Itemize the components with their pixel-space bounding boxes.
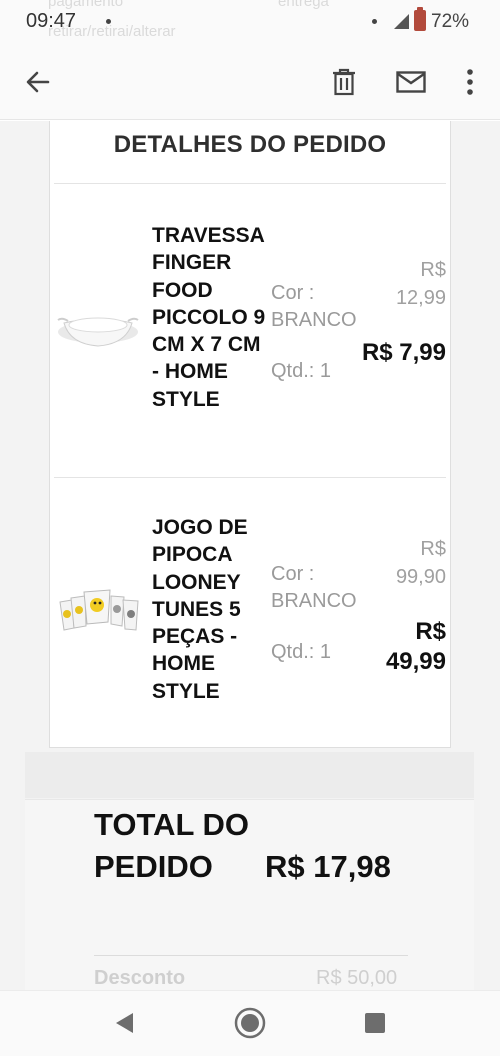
square-recents-icon xyxy=(365,1013,385,1033)
color-label: Cor : xyxy=(271,563,315,585)
delete-button[interactable] xyxy=(326,64,362,100)
discount-value: R$ 50,00 xyxy=(316,967,398,989)
status-time: 09:47 xyxy=(26,10,77,32)
color-value: BRANCO xyxy=(271,309,357,331)
back-button[interactable] xyxy=(20,64,56,100)
battery-icon xyxy=(414,7,426,31)
app-bar xyxy=(0,44,500,120)
section-spacer xyxy=(25,752,474,798)
item-name: JOGO DE PIPOCA LOONEY TUNES 5 PEÇAS - HO… xyxy=(152,516,248,703)
nav-recents-button[interactable] xyxy=(359,1007,391,1039)
order-item: JOGO DE PIPOCA LOONEY TUNES 5 PEÇAS - HO… xyxy=(50,478,450,746)
original-price: R$ 99,90 xyxy=(395,538,446,588)
sale-price: R$ 49,99 xyxy=(385,618,446,675)
popcorn-set-image xyxy=(59,589,139,631)
mail-button[interactable] xyxy=(393,64,429,100)
triangle-back-icon xyxy=(116,1013,133,1033)
notification-dot-icon xyxy=(106,19,111,24)
background-text: entrega xyxy=(278,0,329,10)
circle-home-icon xyxy=(234,1007,266,1039)
order-summary: TOTAL DO PEDIDO R$ 17,98 Desconto R$ 50,… xyxy=(25,799,474,990)
nav-back-button[interactable] xyxy=(108,1007,140,1039)
order-details-card: DETALHES DO PEDIDO TRAVESSA FINGER FOOD … xyxy=(49,121,451,748)
discount-label: Desconto xyxy=(94,967,186,989)
order-item: TRAVESSA FINGER FOOD PICCOLO 9 CM X 7 CM… xyxy=(50,184,450,477)
more-options-button[interactable] xyxy=(452,64,488,100)
email-content[interactable]: DETALHES DO PEDIDO TRAVESSA FINGER FOOD … xyxy=(0,121,500,990)
signal-icon xyxy=(394,14,409,29)
arrow-left-icon xyxy=(26,71,50,93)
notification-dot-icon xyxy=(372,19,377,24)
mail-icon xyxy=(396,71,426,93)
more-vertical-icon xyxy=(467,69,473,95)
trash-icon xyxy=(333,68,355,96)
nav-home-button[interactable] xyxy=(234,1007,266,1039)
total-label: TOTAL DO PEDIDO xyxy=(94,807,249,884)
battery-percent: 72% xyxy=(431,11,470,32)
status-bar: pagamento retirar/retirai/alterar produt… xyxy=(0,0,500,62)
color-value: BRANCO xyxy=(271,590,357,612)
quantity: Qtd.: 1 xyxy=(271,360,332,382)
item-name: TRAVESSA FINGER FOOD PICCOLO 9 CM X 7 CM… xyxy=(152,224,266,411)
order-details-title: DETALHES DO PEDIDO xyxy=(113,131,387,158)
divider xyxy=(94,955,408,956)
color-label: Cor : xyxy=(271,282,315,304)
original-price: R$ 12,99 xyxy=(395,259,446,309)
quantity: Qtd.: 1 xyxy=(271,641,332,663)
system-nav-bar xyxy=(0,990,500,1056)
total-value: R$ 17,98 xyxy=(265,849,391,884)
sale-price: R$ 7,99 xyxy=(361,339,446,366)
serving-dish-image xyxy=(57,317,139,347)
